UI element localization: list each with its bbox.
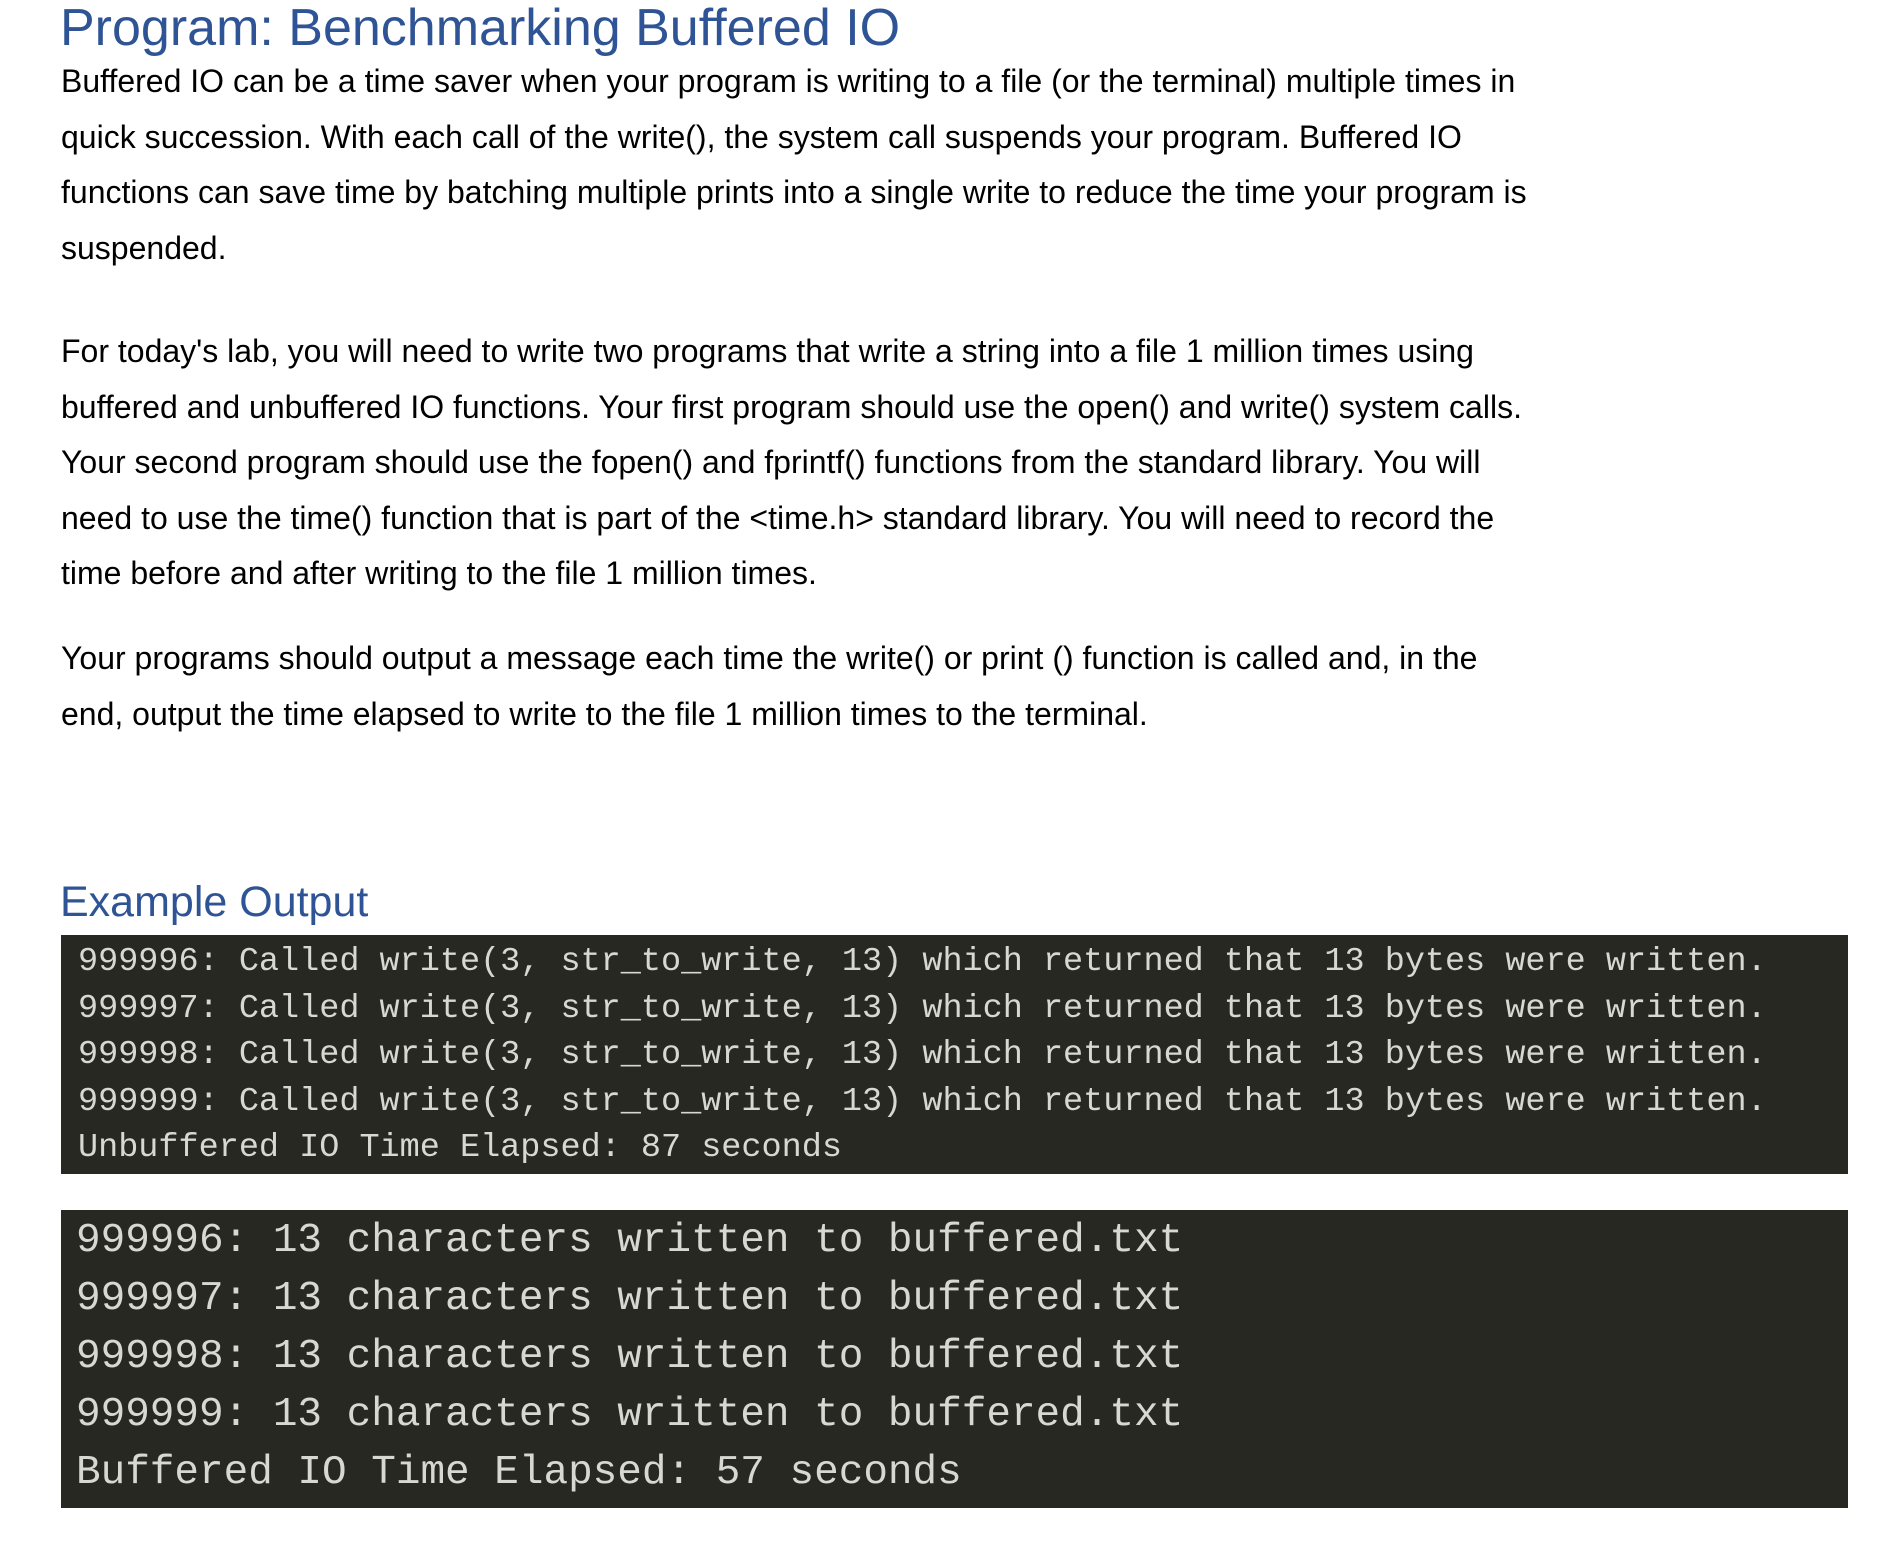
paragraph-lab-instructions: For today's lab, you will need to write …: [61, 324, 1522, 602]
text-line: Buffered IO can be a time saver when you…: [61, 63, 1516, 99]
terminal-line: 999996: Called write(3, str_to_write, 13…: [78, 943, 1767, 981]
text-line: Your programs should output a message ea…: [61, 640, 1478, 676]
text-line: buffered and unbuffered IO functions. Yo…: [61, 388, 1522, 425]
terminal-line: 999998: 13 characters written to buffere…: [76, 1334, 1184, 1380]
text-line: time before and after writing to the fil…: [61, 555, 817, 591]
example-output-heading: Example Output: [60, 878, 369, 926]
text-line: For today's lab, you will need to write …: [61, 333, 1474, 369]
paragraph-intro: Buffered IO can be a time saver when you…: [61, 54, 1527, 276]
paragraph-output-requirements: Your programs should output a message ea…: [61, 631, 1477, 742]
terminal-line: Buffered IO Time Elapsed: 57 seconds: [76, 1450, 962, 1496]
text-line: suspended.: [61, 229, 227, 266]
terminal-line: 999997: 13 characters written to buffere…: [76, 1276, 1184, 1322]
text-line: end, output the time elapsed to write to…: [61, 695, 1148, 732]
terminal-line: 999997: Called write(3, str_to_write, 13…: [78, 989, 1767, 1028]
unbuffered-terminal-output: 999996: Called write(3, str_to_write, 13…: [61, 935, 1848, 1174]
text-line: functions can save time by batching mult…: [61, 174, 1527, 210]
text-line: Your second program should use the fopen…: [61, 444, 1481, 480]
terminal-line: Unbuffered IO Time Elapsed: 87 seconds: [78, 1129, 842, 1167]
terminal-line: 999999: 13 characters written to buffere…: [76, 1392, 1184, 1438]
text-line: need to use the time() function that is …: [61, 499, 1495, 536]
buffered-terminal-output: 999996: 13 characters written to buffere…: [61, 1210, 1848, 1508]
terminal-line: 999996: 13 characters written to buffere…: [76, 1218, 1184, 1264]
page-title: Program: Benchmarking Buffered IO: [60, 0, 901, 57]
text-line: quick succession. With each call of the …: [61, 118, 1462, 155]
terminal-line: 999999: Called write(3, str_to_write, 13…: [78, 1082, 1767, 1121]
terminal-line: 999998: Called write(3, str_to_write, 13…: [78, 1036, 1767, 1074]
